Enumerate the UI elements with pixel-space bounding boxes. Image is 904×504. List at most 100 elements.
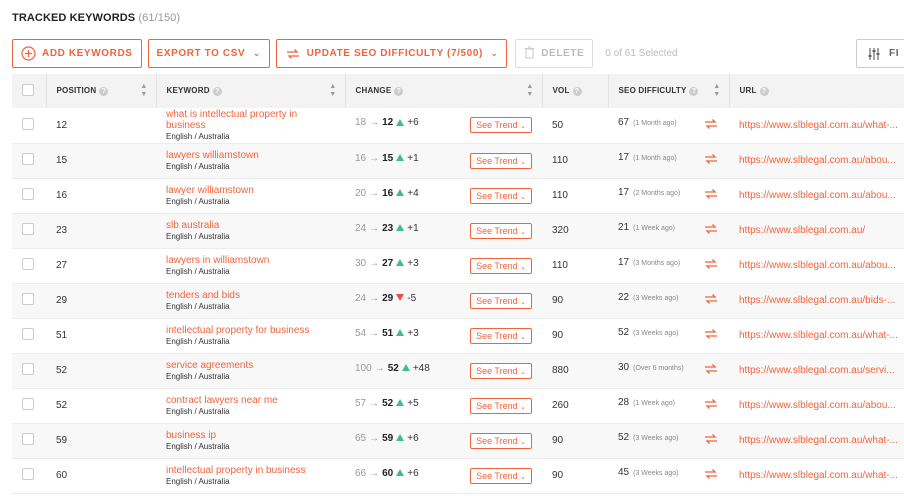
refresh-icon[interactable] — [703, 292, 719, 309]
export-csv-label: EXPORT TO CSV — [156, 48, 246, 59]
table-row[interactable]: 15 lawyers williamstown English / Austra… — [12, 143, 904, 179]
see-trend-button[interactable]: See Trend ⌄ — [470, 222, 532, 239]
url-link[interactable]: https://www.slblegal.com.au/ — [739, 225, 865, 236]
row-checkbox[interactable] — [22, 117, 34, 130]
refresh-icon[interactable] — [703, 152, 719, 169]
add-keywords-button[interactable]: ADD KEYWORDS — [12, 39, 142, 68]
delete-button[interactable]: DELETE — [515, 39, 594, 68]
url-link[interactable]: https://www.slblegal.com.au/abou... — [739, 155, 896, 166]
table-row[interactable]: 16 lawyer williamstown English / Austral… — [12, 178, 904, 214]
volume-value: 110 — [552, 190, 568, 201]
row-checkbox[interactable] — [22, 433, 34, 445]
update-seo-label: UPDATE SEO DIFFICULTY (7/500) — [306, 48, 483, 59]
help-icon: ? — [572, 86, 582, 96]
table-row[interactable]: 29 tenders and bids English / Australia … — [12, 283, 904, 319]
keyword-link[interactable]: what is intellectual property in busines… — [166, 109, 326, 131]
table-row[interactable]: 23 slb australia English / Australia 24 →… — [12, 213, 904, 249]
see-trend-button[interactable]: See Trend ⌄ — [470, 292, 532, 309]
refresh-icon[interactable] — [703, 117, 719, 134]
seo-difficulty-cell: 52 (3 Weeks ago) — [608, 423, 729, 459]
refresh-icon[interactable] — [703, 187, 719, 204]
see-trend-button[interactable]: See Trend ⌄ — [470, 187, 532, 204]
keyword-link[interactable]: slb australia — [166, 220, 326, 231]
filter-button[interactable]: FI — [856, 39, 904, 68]
keyword-link[interactable]: business ip — [166, 430, 326, 441]
table-row[interactable]: 60 intellectual property in business Eng… — [12, 458, 904, 494]
volume-cell: 110 — [542, 248, 608, 284]
update-seo-difficulty-button[interactable]: UPDATE SEO DIFFICULTY (7/500) ⌄ — [275, 39, 508, 68]
column-header-keyword[interactable]: KEYWORD? ▲ ▼ — [156, 74, 346, 108]
export-csv-button[interactable]: EXPORT TO CSV ⌄ — [147, 39, 270, 68]
refresh-icon[interactable] — [703, 362, 719, 379]
keyword-link[interactable]: contract lawyers near me — [166, 395, 326, 406]
refresh-icon[interactable] — [703, 467, 719, 484]
refresh-icon[interactable] — [703, 222, 719, 239]
url-link[interactable]: https://www.slblegal.com.au/servi... — [739, 365, 895, 376]
keyword-cell: what is intellectual property in busines… — [156, 108, 345, 144]
row-checkbox[interactable] — [22, 328, 34, 340]
refresh-icon[interactable] — [703, 397, 719, 414]
row-checkbox[interactable] — [22, 258, 34, 270]
chevron-down-icon: ⌄ — [520, 333, 526, 341]
see-trend-button[interactable]: See Trend ⌄ — [470, 327, 532, 344]
see-trend-button[interactable]: See Trend ⌄ — [470, 152, 532, 169]
column-header-position[interactable]: POSITION? ▲ ▼ — [46, 74, 157, 108]
row-checkbox[interactable] — [22, 363, 34, 375]
row-checkbox[interactable] — [22, 153, 34, 165]
column-header-seo-difficulty[interactable]: SEO DIFFICULTY? ▲ ▼ — [608, 74, 730, 108]
sort-icon[interactable]: ▲ ▼ — [526, 83, 533, 99]
keyword-link[interactable]: lawyers in williamstown — [166, 255, 326, 266]
row-checkbox[interactable] — [22, 398, 34, 410]
see-trend-button[interactable]: See Trend ⌄ — [470, 362, 532, 379]
url-link[interactable]: https://www.slblegal.com.au/abou... — [739, 260, 896, 271]
refresh-icon[interactable] — [703, 432, 719, 449]
keyword-link[interactable]: intellectual property for business — [166, 325, 326, 336]
row-checkbox[interactable] — [22, 223, 34, 235]
row-checkbox[interactable] — [22, 188, 34, 200]
keyword-count: (61/150) — [138, 12, 181, 24]
url-link[interactable]: https://www.slblegal.com.au/abou... — [739, 190, 896, 201]
column-header-url[interactable]: URL? — [729, 74, 904, 108]
sort-icon[interactable]: ▲ ▼ — [329, 83, 336, 99]
url-link[interactable]: https://www.slblegal.com.au/what-... — [739, 120, 898, 131]
refresh-icon[interactable] — [703, 327, 719, 344]
keyword-link[interactable]: intellectual property in business — [166, 465, 326, 476]
url-link[interactable]: https://www.slblegal.com.au/abou... — [739, 400, 896, 411]
volume-value: 110 — [552, 155, 568, 166]
see-trend-label: See Trend — [476, 435, 518, 446]
see-trend-button[interactable]: See Trend ⌄ — [470, 432, 532, 449]
url-link[interactable]: https://www.slblegal.com.au/what-... — [739, 330, 898, 341]
table-row[interactable]: 51 intellectual property for business En… — [12, 318, 904, 354]
updated-ago: (1 Month ago) — [633, 119, 677, 127]
see-trend-button[interactable]: See Trend ⌄ — [470, 397, 532, 414]
keyword-link[interactable]: lawyer williamstown — [166, 185, 326, 196]
column-header-vol[interactable]: VOL? — [542, 74, 609, 108]
sort-icon[interactable]: ▲ ▼ — [140, 83, 147, 99]
see-trend-button[interactable]: See Trend ⌄ — [470, 257, 532, 274]
table-row[interactable]: 27 lawyers in williamstown English / Aus… — [12, 248, 904, 284]
table-row[interactable]: 12 what is intellectual property in busi… — [12, 108, 904, 144]
table-row[interactable]: 52 service agreements English / Australi… — [12, 353, 904, 389]
url-link[interactable]: https://www.slblegal.com.au/what-... — [739, 470, 898, 481]
table-row[interactable]: 59 business ip English / Australia 65 → 59… — [12, 423, 904, 459]
url-link[interactable]: https://www.slblegal.com.au/what-... — [739, 435, 898, 446]
keyword-link[interactable]: lawyers williamstown — [166, 150, 326, 161]
keyword-language: English / Australia — [166, 232, 230, 241]
row-checkbox[interactable] — [22, 468, 34, 480]
table-row[interactable]: 52 contract lawyers near me English / Au… — [12, 388, 904, 424]
previous-position: 54 — [355, 327, 367, 339]
url-cell: https://www.slblegal.com.au/abou... — [729, 143, 904, 179]
previous-position: 24 — [355, 292, 367, 304]
row-checkbox[interactable] — [22, 293, 34, 305]
column-header-change[interactable]: CHANGE? ▲ ▼ — [345, 74, 543, 108]
chevron-down-icon: ⌄ — [253, 49, 261, 58]
sort-icon[interactable]: ▲ ▼ — [713, 83, 720, 99]
see-trend-button[interactable]: See Trend ⌄ — [470, 117, 532, 134]
select-all-checkbox[interactable] — [22, 84, 34, 96]
url-link[interactable]: https://www.slblegal.com.au/bids-... — [739, 295, 895, 306]
keyword-link[interactable]: service agreements — [166, 360, 326, 371]
row-select-cell — [12, 108, 46, 144]
see-trend-button[interactable]: See Trend ⌄ — [470, 467, 532, 484]
refresh-icon[interactable] — [703, 257, 719, 274]
keyword-link[interactable]: tenders and bids — [166, 290, 326, 301]
